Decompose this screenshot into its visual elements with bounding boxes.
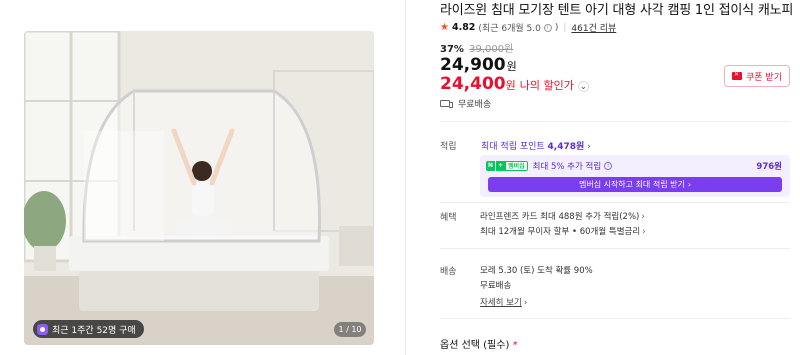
membership-extra-text: 최대 5% 추가 적립 xyxy=(532,162,602,172)
shopping-bag-icon xyxy=(37,323,48,335)
points-label: 적립 xyxy=(440,142,457,152)
star-icon: ★ xyxy=(440,22,449,33)
original-price: 39,000원 xyxy=(469,44,514,55)
free-shipping-text: 무료배송 xyxy=(458,100,492,110)
info-icon[interactable]: i xyxy=(604,162,613,170)
coupon-label: 쿠폰 받기 xyxy=(746,72,782,83)
shipping-fee: 무료배송 xyxy=(480,281,512,291)
required-mark: * xyxy=(512,340,518,351)
membership-box: N + 멤버십 최대 5% 추가 적립 i 976원 멤버십 시작하고 최대 적립 … xyxy=(480,155,790,197)
option-select-title: 옵션 선택 (필수) * xyxy=(440,336,518,351)
coupon-icon xyxy=(732,71,742,80)
rating-recent-close: ) xyxy=(554,22,559,33)
card-benefit-link[interactable]: 라인프렌즈 카드 최대 488원 추가 적립(2%) › xyxy=(480,210,645,222)
product-image[interactable] xyxy=(24,31,374,345)
membership-amount: 976원 xyxy=(756,162,782,172)
start-membership-label: 멤버십 시작하고 최대 적립 받기 xyxy=(578,180,685,189)
benefit-label: 혜택 xyxy=(440,213,457,223)
rating-recent: (최근 6개월 5.0 xyxy=(478,24,541,34)
card-benefit-text: 라인프렌즈 카드 최대 488원 추가 적립(2%) xyxy=(480,212,640,222)
sale-price-unit: 원 xyxy=(506,60,517,73)
installment-link[interactable]: 최대 12개월 무이자 할부 • 60개월 특별금리 › xyxy=(480,225,646,237)
truck-icon xyxy=(440,100,453,108)
divider: | xyxy=(563,22,567,33)
section-divider xyxy=(440,248,790,249)
panel-divider xyxy=(405,0,406,355)
sale-price-value: 24,900 xyxy=(440,55,506,75)
arrival-estimate: 모레 5.30 (토) 도착 확률 90% xyxy=(480,266,593,276)
plus-mark: + xyxy=(495,161,506,171)
review-count-link[interactable]: 461건 리뷰 xyxy=(571,21,616,34)
chevron-right-icon: › xyxy=(587,142,591,152)
section-divider xyxy=(440,202,790,203)
max-points-prefix: 최대 적립 포인트 xyxy=(481,142,548,152)
membership-mark: 멤버십 xyxy=(505,161,528,171)
free-shipping-row: 무료배송 xyxy=(440,97,491,110)
naver-plus-badge: N + 멤버십 xyxy=(486,161,528,171)
section-divider xyxy=(440,318,790,319)
recent-purchase-text: 최근 1주간 52명 구매 xyxy=(52,325,136,336)
chevron-right-icon: › xyxy=(687,180,692,189)
my-price-unit: 원 xyxy=(505,79,516,92)
info-icon[interactable]: i xyxy=(543,23,552,32)
my-discount-price[interactable]: 24,400원 나의 할인가 ⌄ xyxy=(440,74,589,94)
max-points-value: 4,478원 xyxy=(547,142,585,152)
coupon-button[interactable]: 쿠폰 받기 xyxy=(724,65,790,87)
image-pager: 1 / 10 xyxy=(334,322,366,337)
option-title-text: 옵션 선택 (필수) xyxy=(440,340,510,351)
shipping-label: 배송 xyxy=(440,267,457,277)
discount-percent: 37% xyxy=(440,44,464,55)
membership-row: N + 멤버십 최대 5% 추가 적립 i 976원 xyxy=(486,160,782,172)
chevron-right-icon: › xyxy=(523,298,528,308)
chevron-right-icon: › xyxy=(642,227,646,237)
shipping-detail-text: 자세히 보기 xyxy=(480,298,522,308)
rating-score: 4.82 xyxy=(451,22,476,33)
start-membership-button[interactable]: 멤버십 시작하고 최대 적립 받기 › xyxy=(488,177,782,192)
sale-price: 24,900원 xyxy=(440,55,517,75)
shipping-detail-link[interactable]: 자세히 보기 › xyxy=(480,296,527,308)
discount-row: 37% 39,000원 xyxy=(440,40,513,55)
product-title: 라이즈윈 침대 모기장 텐트 아기 대형 사각 캠핑 1인 접이식 캐노피 xyxy=(440,3,794,18)
naver-n-mark: N xyxy=(486,161,496,171)
installment-text: 최대 12개월 무이자 할부 • 60개월 특별금리 xyxy=(480,227,641,237)
chevron-down-icon[interactable]: ⌄ xyxy=(577,81,589,92)
section-divider xyxy=(440,121,790,122)
max-points-link[interactable]: 최대 적립 포인트 4,478원 › xyxy=(481,139,591,152)
rating-row: ★ 4.82 (최근 6개월 5.0 i ) | 461건 리뷰 xyxy=(440,21,616,34)
recent-purchase-badge: 최근 1주간 52명 구매 xyxy=(33,320,144,338)
chevron-right-icon: › xyxy=(641,212,645,222)
my-price-value: 24,400 xyxy=(440,74,506,94)
my-price-label: 나의 할인가 xyxy=(519,79,574,92)
